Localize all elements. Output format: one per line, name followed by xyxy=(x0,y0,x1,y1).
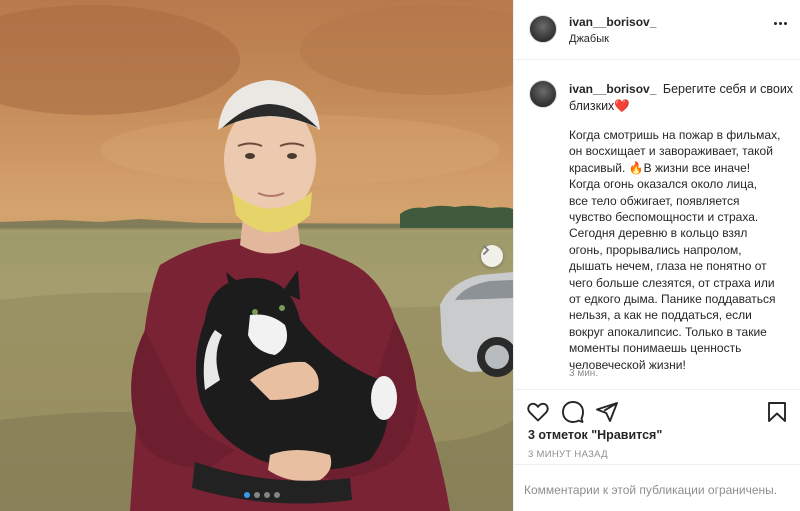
comments-restricted-notice: Комментарии к этой публикации ограничены… xyxy=(514,464,800,511)
more-options-icon[interactable] xyxy=(774,22,787,25)
photo-scene xyxy=(0,5,513,511)
like-count[interactable]: 3 отметок "Нравится" xyxy=(528,428,662,442)
avatar[interactable] xyxy=(529,80,557,108)
share-icon[interactable] xyxy=(595,400,619,424)
carousel-dot xyxy=(244,492,250,498)
post-photo[interactable] xyxy=(0,0,513,511)
carousel-dot xyxy=(274,492,280,498)
post-side-panel: ivan__borisov_ Джабык ivan__borisov_ Бер… xyxy=(513,0,800,511)
comment-icon[interactable] xyxy=(561,400,585,424)
caption-body: Когда смотришь на пожар в фильмах, он во… xyxy=(569,128,781,372)
chevron-right-icon xyxy=(483,245,490,255)
caption-time: 3 мин. xyxy=(569,368,599,379)
heart-icon[interactable] xyxy=(526,400,550,424)
heart-emoji: ❤️ xyxy=(614,99,630,113)
post-header: ivan__borisov_ Джабык xyxy=(514,0,800,60)
caption-username[interactable]: ivan__borisov_ xyxy=(569,82,656,96)
next-slide-button[interactable] xyxy=(481,245,503,267)
carousel-dot xyxy=(264,492,270,498)
bookmark-icon[interactable] xyxy=(765,400,789,424)
carousel-dot xyxy=(254,492,260,498)
comments-restricted-text: Комментарии к этой публикации ограничены… xyxy=(524,483,778,497)
post-actions: 3 отметок "Нравится" 3 МИНУТ НАЗАД xyxy=(514,389,800,464)
author-username[interactable]: ivan__borisov_ xyxy=(569,15,656,29)
post-timestamp[interactable]: 3 МИНУТ НАЗАД xyxy=(528,449,608,460)
avatar[interactable] xyxy=(529,15,557,43)
caption-area: ivan__borisov_ Берегите себя и своих бли… xyxy=(514,61,800,389)
carousel-indicator xyxy=(244,492,280,498)
post-location[interactable]: Джабык xyxy=(569,33,609,45)
caption-first-line: ivan__borisov_ Берегите себя и своих бли… xyxy=(569,81,794,115)
